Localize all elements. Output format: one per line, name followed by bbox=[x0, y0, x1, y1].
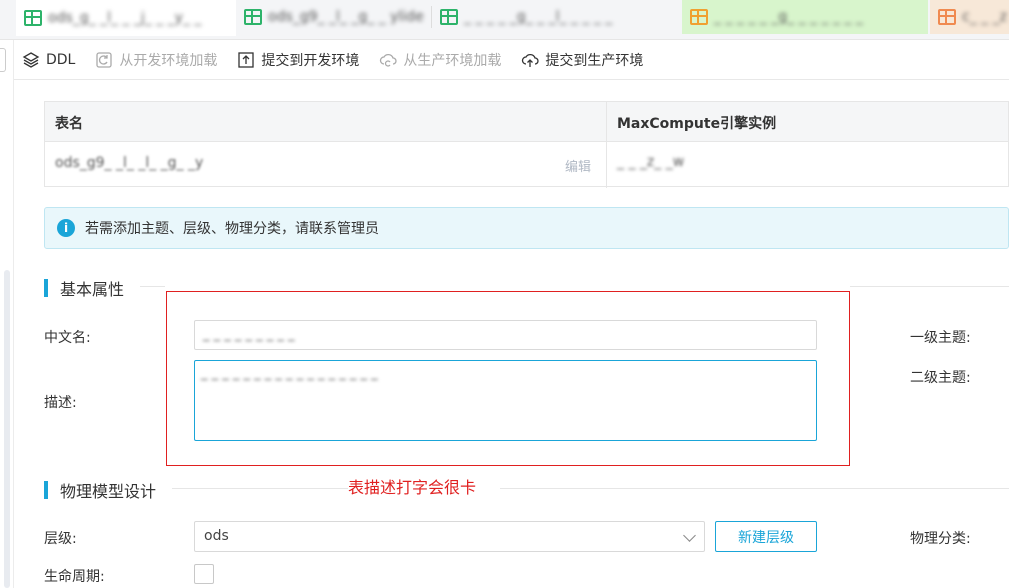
collapse-handle[interactable] bbox=[0, 48, 6, 72]
file-icon bbox=[938, 9, 956, 25]
description-label: 描述: bbox=[44, 395, 77, 411]
tab-table-2[interactable]: ods_g9_ _l_ _g_ _ ylide bbox=[236, 0, 430, 34]
submit-to-dev-label: 提交到开发环境 bbox=[261, 52, 360, 69]
section-marker bbox=[44, 279, 48, 297]
column-divider bbox=[606, 102, 607, 188]
info-banner: i 若需添加主题、层级、物理分类，请联系管理员 bbox=[44, 207, 1009, 249]
tab-label: _ _ _ _ _g_ _ _l_ _ _ _ _ bbox=[464, 9, 613, 25]
topic-level1-label: 一级主题: bbox=[910, 330, 971, 346]
topic-level2-label: 二级主题: bbox=[910, 370, 971, 386]
section-physical-model: 物理模型设计 bbox=[44, 478, 156, 502]
layer-label: 层级: bbox=[44, 531, 77, 547]
table-icon bbox=[24, 10, 42, 26]
section-title: 物理模型设计 bbox=[60, 482, 157, 501]
tab-table-4[interactable]: _ _ _ _ _ _g_ _ _ _ _ _ _ bbox=[682, 0, 928, 34]
physical-category-label: 物理分类: bbox=[910, 531, 971, 547]
lifecycle-label: 生命周期: bbox=[44, 569, 105, 585]
refresh-icon bbox=[95, 51, 113, 69]
chevron-down-icon bbox=[683, 529, 696, 542]
annotation-highlight-box bbox=[166, 291, 850, 466]
toolbar: DDL 从开发环境加载 提交到开发环境 从生产环境加载 提交到生产环境 bbox=[14, 40, 1009, 80]
layer-select-value: ods bbox=[204, 528, 229, 544]
lifecycle-checkbox[interactable] bbox=[194, 564, 214, 584]
annotation-text: 表描述打字会很卡 bbox=[348, 478, 477, 497]
column-header-engine: MaxCompute引擎实例 bbox=[617, 116, 777, 132]
scrollbar-track[interactable] bbox=[4, 270, 10, 588]
engine-value: _ _ _z_ _w bbox=[617, 154, 685, 170]
file-icon bbox=[690, 9, 708, 25]
layer-select[interactable]: ods bbox=[194, 521, 705, 552]
divider bbox=[850, 286, 1009, 287]
table-header: 表名 MaxCompute引擎实例 bbox=[45, 102, 1008, 142]
cloud-upload-icon bbox=[521, 51, 539, 69]
cloud-refresh-icon bbox=[379, 51, 397, 69]
load-from-dev-button[interactable]: 从开发环境加载 bbox=[95, 50, 217, 70]
ddl-button[interactable]: DDL bbox=[22, 51, 75, 69]
section-marker bbox=[44, 481, 48, 499]
tab-label: _ _ _ _ _ _g_ _ _ _ _ _ _ bbox=[714, 9, 863, 25]
ddl-label: DDL bbox=[46, 51, 76, 68]
cn-name-label: 中文名: bbox=[44, 330, 91, 346]
table-icon bbox=[244, 9, 262, 25]
layers-icon bbox=[22, 51, 40, 69]
left-gutter bbox=[0, 40, 14, 588]
tab-bar: ods_g_ _l_ _ _j_ _ _y_ _ ods_g9_ _l_ _g_… bbox=[0, 0, 1009, 40]
tab-label: c_ _ _z bbox=[962, 9, 1007, 25]
load-from-dev-label: 从开发环境加载 bbox=[119, 52, 218, 69]
divider bbox=[140, 286, 165, 287]
submit-to-prod-label: 提交到生产环境 bbox=[545, 52, 644, 69]
divider bbox=[500, 488, 1009, 489]
column-header-table-name: 表名 bbox=[55, 116, 83, 132]
edit-link[interactable]: 编辑 bbox=[565, 156, 591, 175]
table-icon bbox=[440, 9, 458, 25]
section-basic-properties: 基本属性 bbox=[44, 276, 124, 300]
table-name-value: ods_g9_ _l_ _l_ _g_ _y bbox=[55, 155, 204, 171]
tab-table-1[interactable]: ods_g_ _l_ _ _j_ _ _y_ _ bbox=[16, 0, 236, 36]
table-info-grid: 表名 MaxCompute引擎实例 ods_g9_ _l_ _l_ _g_ _y… bbox=[44, 101, 1009, 188]
section-title: 基本属性 bbox=[60, 280, 125, 299]
info-icon: i bbox=[57, 219, 75, 237]
tab-table-3[interactable]: _ _ _ _ _g_ _ _l_ _ _ _ _ bbox=[432, 0, 682, 34]
load-from-prod-button[interactable]: 从生产环境加载 bbox=[379, 50, 501, 70]
submit-to-prod-button[interactable]: 提交到生产环境 bbox=[521, 50, 643, 70]
divider bbox=[172, 488, 348, 489]
tab-table-5[interactable]: c_ _ _z bbox=[930, 0, 1009, 34]
submit-to-dev-button[interactable]: 提交到开发环境 bbox=[237, 50, 359, 70]
tab-label: ods_g9_ _l_ _g_ _ ylide bbox=[268, 9, 424, 25]
load-from-prod-label: 从生产环境加载 bbox=[403, 52, 502, 69]
upload-box-icon bbox=[237, 51, 255, 69]
info-text: 若需添加主题、层级、物理分类，请联系管理员 bbox=[85, 221, 379, 237]
new-layer-button[interactable]: 新建层级 bbox=[715, 521, 817, 552]
tab-label: ods_g_ _l_ _ _j_ _ _y_ _ bbox=[48, 10, 202, 26]
